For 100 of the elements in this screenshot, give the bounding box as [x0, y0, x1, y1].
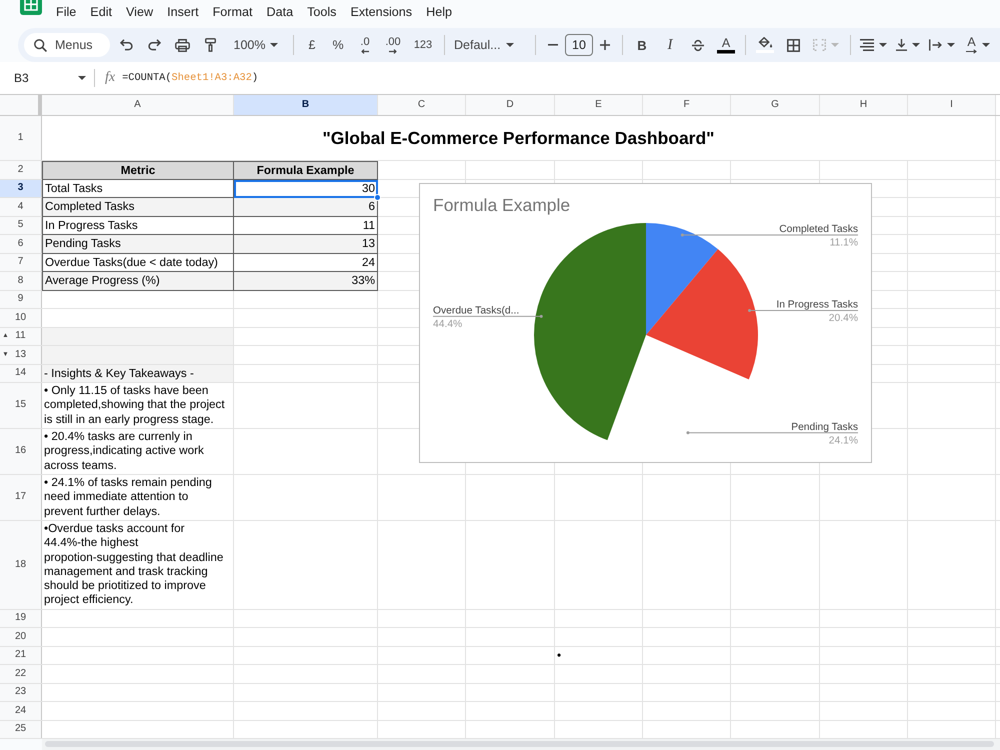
row-header[interactable]: 5: [0, 216, 42, 234]
caret-icon[interactable]: [78, 76, 86, 80]
caret-icon: [831, 43, 839, 47]
table-header-cell[interactable]: Metric: [42, 161, 234, 180]
text-wrap-icon: [929, 39, 942, 51]
row-header[interactable]: 17: [0, 474, 42, 520]
row-header[interactable]: 1: [0, 116, 42, 160]
column-header[interactable]: D: [466, 95, 555, 115]
row-header[interactable]: 23: [0, 684, 42, 702]
column-header[interactable]: H: [820, 95, 908, 115]
column-header[interactable]: F: [643, 95, 731, 115]
strikethrough-icon: [692, 38, 704, 52]
column-header[interactable]: G: [731, 95, 820, 115]
borders-icon: [786, 38, 800, 52]
caret-icon: [879, 43, 887, 47]
merge-cells-icon: [813, 39, 826, 51]
column-header[interactable]: A: [42, 95, 234, 115]
text-color-button[interactable]: A: [712, 32, 740, 58]
sheet-cell[interactable]: [42, 328, 234, 345]
plus-icon: [600, 40, 610, 50]
row-header[interactable]: 3: [0, 180, 42, 197]
row-header[interactable]: 9: [0, 290, 42, 308]
menu-item[interactable]: View: [119, 4, 160, 21]
column-header[interactable]: I: [908, 95, 996, 115]
row-header[interactable]: 21: [0, 646, 42, 664]
row-header[interactable]: 25: [0, 720, 42, 738]
printer-icon: [174, 38, 190, 52]
font-size-field[interactable]: 10: [565, 34, 593, 56]
table-cell[interactable]: 13: [234, 235, 378, 254]
table-cell[interactable]: 33%: [234, 272, 378, 290]
fill-handle-icon[interactable]: [374, 194, 381, 201]
section-heading[interactable]: - Insights & Key Takeaways -: [42, 364, 234, 382]
menu-item[interactable]: File: [49, 4, 84, 21]
slice-label: Completed Tasks: [779, 224, 858, 235]
arrow-left-icon: [361, 48, 369, 54]
row-header[interactable]: 15: [0, 383, 42, 428]
decrease-decimal-button[interactable]: .0: [351, 32, 379, 58]
table-cell[interactable]: 6: [234, 198, 378, 216]
number-format-button[interactable]: 123: [407, 32, 439, 58]
table-cell[interactable]: Completed Tasks: [42, 198, 234, 216]
menu-item[interactable]: Help: [419, 4, 459, 21]
zoom-dropdown[interactable]: 100%: [224, 32, 288, 58]
text-rotation-button[interactable]: A: [959, 32, 997, 58]
redo-icon: [148, 39, 160, 51]
row-header[interactable]: 20: [0, 628, 42, 646]
column-header[interactable]: E: [555, 95, 643, 115]
paint-bucket-icon: [758, 36, 772, 49]
align-bottom-icon: [896, 39, 907, 51]
chart-title: Formula Example: [433, 195, 570, 215]
row-header[interactable]: 22: [0, 665, 42, 683]
table-cell[interactable]: 30: [234, 180, 378, 198]
column-header[interactable]: C: [378, 95, 466, 115]
name-box[interactable]: B3: [12, 70, 74, 86]
row-header[interactable]: 4: [0, 198, 42, 216]
horizontal-scrollbar[interactable]: [42, 739, 1000, 750]
menu-item[interactable]: Tools: [300, 4, 344, 21]
menu-item[interactable]: Edit: [83, 4, 119, 21]
search-field[interactable]: Menus: [24, 33, 110, 57]
table-header-cell[interactable]: Formula Example: [234, 161, 378, 180]
increase-decimal-button[interactable]: .00: [379, 32, 407, 58]
caret-icon: [947, 43, 955, 47]
row-header[interactable]: 24: [0, 702, 42, 720]
row-header[interactable]: 18: [0, 520, 42, 609]
row-header[interactable]: 8: [0, 272, 42, 290]
sheet-cell[interactable]: •: [555, 646, 643, 664]
row-header[interactable]: 10: [0, 309, 42, 326]
formula-text[interactable]: =COUNTA(Sheet1!A3:A32): [122, 72, 258, 84]
slice-percent: 11.1%: [830, 238, 858, 248]
menu-item[interactable]: Data: [259, 4, 300, 21]
bold-button[interactable]: B: [628, 32, 656, 58]
search-icon: [34, 38, 47, 52]
row-header[interactable]: 14: [0, 364, 42, 382]
insight-text[interactable]: • 24.1% of tasks remain pending need immediate attention to prevent further delays.: [42, 474, 234, 520]
function-label: fx: [105, 70, 116, 86]
row-header[interactable]: 19: [0, 610, 42, 628]
arrow-right-icon: [389, 48, 397, 54]
menu-item[interactable]: Format: [206, 4, 260, 21]
table-cell[interactable]: Pending Tasks: [42, 235, 234, 254]
slice-percent: 24.1%: [828, 435, 858, 446]
italic-button[interactable]: I: [656, 32, 684, 58]
insight-text[interactable]: • Only 11.15 of tasks have been completed,showing that the project is still in an early progress stage.: [42, 383, 234, 428]
table-cell[interactable]: Average Progress (%): [42, 272, 234, 290]
menu-item[interactable]: Extensions: [343, 4, 420, 21]
font-dropdown[interactable]: Defaul...: [450, 32, 530, 58]
row-header[interactable]: 7: [0, 254, 42, 271]
minus-icon: [548, 44, 558, 46]
row-header[interactable]: 16: [0, 428, 42, 474]
row-header[interactable]: 6: [0, 235, 42, 252]
sheet-cell[interactable]: [42, 346, 234, 364]
insight-text[interactable]: • 20.4% tasks are currenly in progress,indicating active work across teams.: [42, 428, 234, 474]
row-header[interactable]: 2: [0, 161, 42, 178]
percent-button[interactable]: %: [325, 32, 351, 58]
currency-button[interactable]: £: [299, 32, 325, 58]
paint-roller-icon: [204, 38, 216, 52]
menu-item[interactable]: Insert: [160, 4, 206, 21]
slice-label: Overdue Tasks(d...: [433, 305, 520, 316]
insight-text[interactable]: •Overdue tasks account for 44.4%-the highest propotion-suggesting that deadline management and trask tracking should be priotitized to improve project efficiency.: [42, 520, 234, 609]
column-header[interactable]: B: [234, 95, 378, 115]
slice-label: In Progress Tasks: [776, 300, 858, 310]
color-swatch-icon: [717, 50, 735, 54]
